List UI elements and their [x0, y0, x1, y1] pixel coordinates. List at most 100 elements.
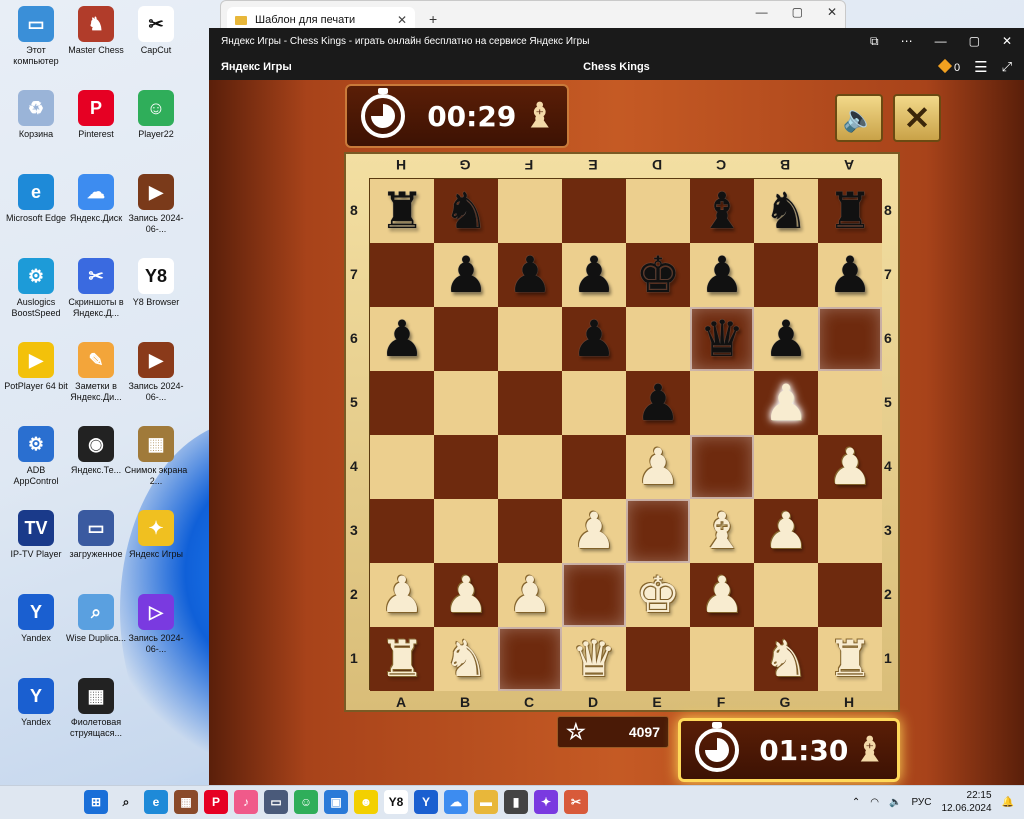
black-pawn-piece[interactable]: ♟	[572, 250, 617, 300]
square-f2[interactable]: ♟	[690, 563, 754, 627]
desktop-icon-yandex-browser[interactable]: Y Yandex	[4, 678, 68, 728]
square-d4[interactable]	[562, 435, 626, 499]
desktop-icon-video-file[interactable]: ▶ Запись 2024-06-...	[124, 174, 188, 235]
square-a5[interactable]	[370, 371, 434, 435]
square-e6[interactable]	[626, 307, 690, 371]
square-g8[interactable]: ♞	[754, 179, 818, 243]
square-c4[interactable]	[498, 435, 562, 499]
desktop-icon-wise-duplicate[interactable]: ⌕ Wise Duplica...	[64, 594, 128, 644]
white-bishop-piece[interactable]: ♝	[700, 506, 745, 556]
square-c3[interactable]	[498, 499, 562, 563]
black-rook-piece[interactable]: ♜	[380, 186, 425, 236]
square-a8[interactable]: ♜	[370, 179, 434, 243]
black-king-piece[interactable]: ♚	[636, 250, 681, 300]
white-pawn-piece[interactable]: ♟	[380, 570, 425, 620]
black-pawn-piece[interactable]: ♟	[828, 250, 873, 300]
square-e5[interactable]: ♟	[626, 371, 690, 435]
black-pawn-piece[interactable]: ♟	[444, 250, 489, 300]
yandex-icon[interactable]: Y	[414, 790, 438, 814]
pinterest-icon[interactable]: P	[204, 790, 228, 814]
desktop-icon-yandex-telemost[interactable]: ◉ Яндекс.Те...	[64, 426, 128, 476]
desktop-icon-monitor[interactable]: ▭ Этот компьютер	[4, 6, 68, 67]
search-icon[interactable]: ⌕	[114, 790, 138, 814]
close-button[interactable]: ✕	[1002, 34, 1012, 49]
white-pawn-piece[interactable]: ♟	[700, 570, 745, 620]
square-f1[interactable]	[690, 627, 754, 691]
tray-chevron-icon[interactable]: ⌃	[852, 797, 860, 808]
new-tab-button[interactable]: +	[429, 11, 437, 27]
black-pawn-piece[interactable]: ♟	[508, 250, 553, 300]
square-b8[interactable]: ♞	[434, 179, 498, 243]
save-icon[interactable]: ▣	[324, 790, 348, 814]
square-e2[interactable]: ♚	[626, 563, 690, 627]
square-g2[interactable]	[754, 563, 818, 627]
square-f7[interactable]: ♟	[690, 243, 754, 307]
desktop-icon-master-chess[interactable]: ♞ Master Chess	[64, 6, 128, 56]
yandex-games-icon[interactable]: ✦	[534, 790, 558, 814]
square-f8[interactable]: ♝	[690, 179, 754, 243]
snap-icon[interactable]: ⧉	[870, 34, 879, 49]
white-pawn-piece[interactable]: ♟	[444, 570, 489, 620]
square-e1[interactable]	[626, 627, 690, 691]
square-d6[interactable]: ♟	[562, 307, 626, 371]
white-pawn-piece[interactable]: ♟	[764, 506, 809, 556]
snapchat-icon[interactable]: ☻	[354, 790, 378, 814]
square-d7[interactable]: ♟	[562, 243, 626, 307]
square-a2[interactable]: ♟	[370, 563, 434, 627]
close-button[interactable]: ✕	[827, 5, 837, 19]
desktop-icon-y8-browser[interactable]: Y8 Y8 Browser	[124, 258, 188, 308]
square-h8[interactable]: ♜	[818, 179, 882, 243]
minimize-button[interactable]: —	[756, 5, 768, 19]
desktop-icon-screenshot-file[interactable]: ▦ Снимок экрана 2...	[124, 426, 188, 487]
square-h3[interactable]	[818, 499, 882, 563]
square-c5[interactable]	[498, 371, 562, 435]
start-button[interactable]: ⊞	[84, 790, 108, 814]
desktop-icon-edge[interactable]: e Microsoft Edge	[4, 174, 68, 224]
square-g6[interactable]: ♟	[754, 307, 818, 371]
desktop-icon-pinterest[interactable]: P Pinterest	[64, 90, 128, 140]
square-a6[interactable]: ♟	[370, 307, 434, 371]
square-c2[interactable]: ♟	[498, 563, 562, 627]
square-d1[interactable]: ♛	[562, 627, 626, 691]
wifi-icon[interactable]: ◠	[870, 797, 879, 808]
maximize-button[interactable]: ▢	[792, 5, 803, 19]
square-c7[interactable]: ♟	[498, 243, 562, 307]
fullscreen-icon[interactable]: ⤢	[1002, 59, 1012, 75]
square-a7[interactable]	[370, 243, 434, 307]
menu-icon[interactable]: ☰	[974, 58, 987, 76]
desktop-icon-image-file[interactable]: ▭ загруженное	[64, 510, 128, 560]
square-a3[interactable]	[370, 499, 434, 563]
square-e7[interactable]: ♚	[626, 243, 690, 307]
desktop-icon-mp4-file[interactable]: ▷ Запись 2024-06-...	[124, 594, 188, 655]
square-h7[interactable]: ♟	[818, 243, 882, 307]
square-b6[interactable]	[434, 307, 498, 371]
video-app-icon[interactable]: ▦	[174, 790, 198, 814]
black-rook-piece[interactable]: ♜	[828, 186, 873, 236]
square-a1[interactable]: ♜	[370, 627, 434, 691]
black-knight-piece[interactable]: ♞	[764, 186, 809, 236]
clock[interactable]: 22:15 12.06.2024	[941, 789, 991, 815]
square-f4[interactable]	[690, 435, 754, 499]
black-queen-piece[interactable]: ♛	[700, 314, 745, 364]
minimize-button[interactable]: —	[935, 34, 947, 49]
bucket-icon[interactable]: ▮	[504, 790, 528, 814]
explorer-icon[interactable]: ▬	[474, 790, 498, 814]
square-c1[interactable]	[498, 627, 562, 691]
player22-icon[interactable]: ☺	[294, 790, 318, 814]
square-b4[interactable]	[434, 435, 498, 499]
square-h6[interactable]	[818, 307, 882, 371]
black-knight-piece[interactable]: ♞	[444, 186, 489, 236]
square-d3[interactable]: ♟	[562, 499, 626, 563]
desktop-icon-recycle-bin[interactable]: ♻ Корзина	[4, 90, 68, 140]
square-b2[interactable]: ♟	[434, 563, 498, 627]
snipping-icon[interactable]: ✂	[564, 790, 588, 814]
square-c6[interactable]	[498, 307, 562, 371]
desktop-icon-yandex-games[interactable]: ✦ Яндекс Игры	[124, 510, 188, 560]
sound-button[interactable]: 🔈	[835, 94, 883, 142]
desktop-icon-video-file[interactable]: ▦ Фиолетовая струящася...	[64, 678, 128, 739]
square-b5[interactable]	[434, 371, 498, 435]
square-h2[interactable]	[818, 563, 882, 627]
square-h4[interactable]: ♟	[818, 435, 882, 499]
square-e4[interactable]: ♟	[626, 435, 690, 499]
screenshot-app-icon[interactable]: ▭	[264, 790, 288, 814]
